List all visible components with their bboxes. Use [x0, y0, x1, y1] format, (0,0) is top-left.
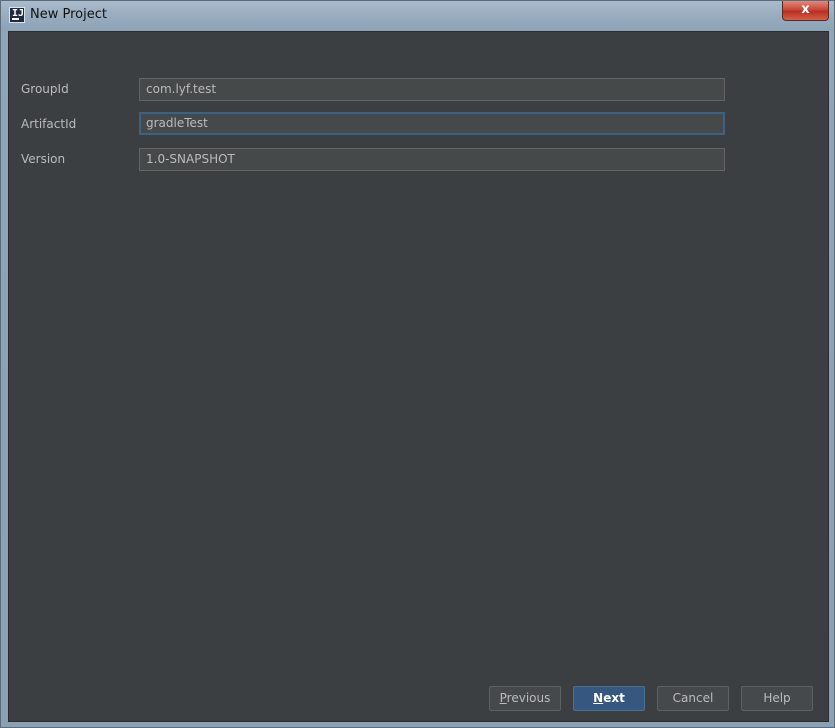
wizard-content: GroupId com.lyf.test ArtifactId gradleTe… — [8, 31, 829, 722]
intellij-icon: IJ — [9, 7, 25, 23]
next-button[interactable]: Next — [573, 686, 645, 711]
close-button[interactable]: x — [782, 1, 829, 21]
help-button[interactable]: Help — [741, 686, 813, 711]
version-input[interactable]: 1.0-SNAPSHOT — [139, 148, 725, 171]
close-icon: x — [801, 2, 810, 17]
cancel-button[interactable]: Cancel — [657, 686, 729, 711]
version-label: Version — [21, 152, 66, 166]
artifactid-label: ArtifactId — [21, 117, 77, 131]
next-label: ext — [603, 691, 625, 705]
new-project-window: IJ New Project x GroupId com.lyf.test Ar… — [0, 0, 835, 728]
groupid-input[interactable]: com.lyf.test — [139, 78, 725, 101]
previous-button[interactable]: Previous — [489, 686, 561, 711]
title-bar[interactable]: IJ New Project x — [1, 1, 834, 31]
groupid-label: GroupId — [21, 82, 69, 96]
next-mnemonic: N — [593, 691, 604, 705]
artifactid-input[interactable]: gradleTest — [139, 112, 725, 135]
window-title: New Project — [30, 7, 107, 22]
previous-label: revious — [506, 691, 551, 705]
previous-mnemonic: P — [499, 691, 507, 705]
